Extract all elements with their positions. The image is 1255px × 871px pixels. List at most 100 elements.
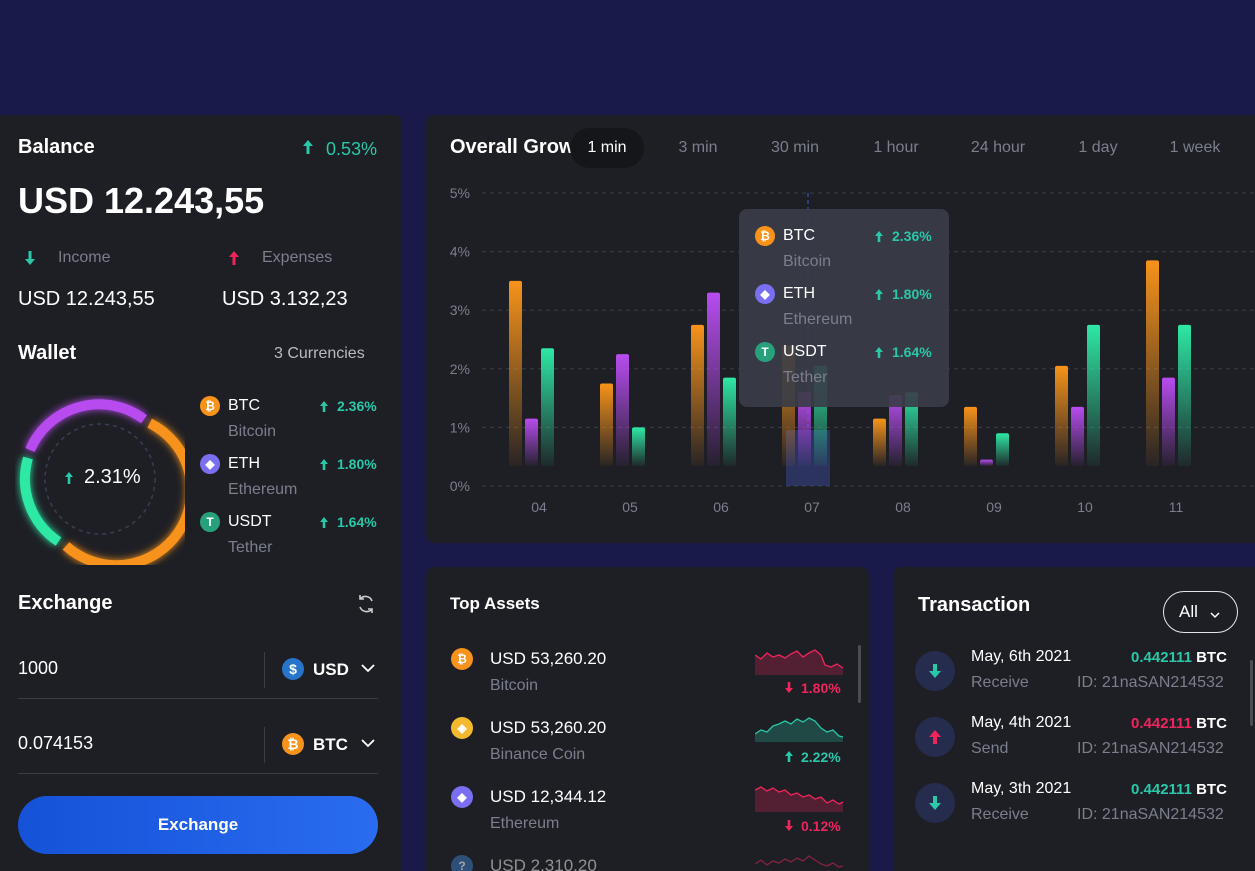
- asset-value: USD 53,260.20: [490, 718, 607, 737]
- bar-btc[interactable]: [964, 406, 977, 466]
- tab-30-min[interactable]: 30 min: [758, 128, 832, 168]
- bar-btc[interactable]: [1146, 260, 1159, 466]
- tx-unit: BTC: [1196, 715, 1227, 732]
- x-tick-label: 06: [713, 499, 729, 515]
- income-label: Income: [58, 249, 111, 266]
- tab-24-hour[interactable]: 24 hour: [962, 128, 1034, 168]
- bar-eth[interactable]: [616, 354, 629, 466]
- up-arrow-icon: [228, 250, 240, 271]
- bar-eth[interactable]: [707, 292, 720, 466]
- tx-id: ID: 21naSAN214532: [1077, 674, 1224, 691]
- asset-name: Ethereum: [490, 815, 560, 832]
- wallet-symbol: ETH: [228, 455, 260, 472]
- exchange-to-currency[interactable]: BTC: [313, 735, 348, 755]
- receive-icon: [915, 651, 955, 691]
- tab-1-day[interactable]: 1 day: [1066, 128, 1130, 168]
- bar-btc[interactable]: [691, 324, 704, 466]
- tooltip-symbol: BTC: [783, 227, 815, 244]
- bar-btc[interactable]: [1055, 365, 1068, 466]
- sparkline: [755, 649, 844, 675]
- btc-icon: ₿: [282, 733, 304, 755]
- tx-id: ID: 21naSAN214532: [1077, 740, 1224, 757]
- tooltip-change: 2.36%: [892, 228, 932, 244]
- exchange-button[interactable]: Exchange: [18, 796, 378, 854]
- tooltip-change: 1.80%: [892, 286, 932, 302]
- up-arrow-icon: [874, 288, 884, 306]
- bar-usdt[interactable]: [1087, 324, 1100, 466]
- balance-change: 0.53%: [326, 139, 378, 159]
- bar-eth[interactable]: [1162, 377, 1175, 466]
- divider: [18, 698, 378, 699]
- filter-value: All: [1179, 602, 1198, 621]
- exchange-from-currency[interactable]: USD: [313, 660, 349, 680]
- expenses-label: Expenses: [262, 249, 333, 266]
- up-arrow-icon: [319, 458, 329, 476]
- chevron-down-icon[interactable]: [360, 661, 376, 679]
- tx-amount: 0.442111: [1131, 781, 1192, 798]
- tx-amount: 0.442111: [1131, 649, 1192, 666]
- up-arrow-icon: [874, 230, 884, 248]
- bar-btc[interactable]: [873, 418, 886, 466]
- y-tick-label: 4%: [450, 244, 470, 260]
- btc-icon: ₿: [451, 648, 473, 670]
- scrollbar[interactable]: [1250, 660, 1253, 726]
- bar-usdt[interactable]: [996, 433, 1009, 466]
- wallet-change: 1.64%: [337, 514, 377, 530]
- chevron-down-icon[interactable]: [360, 736, 376, 754]
- up-arrow-icon: [874, 346, 884, 364]
- tab-1-min[interactable]: 1 min: [570, 128, 644, 168]
- send-icon: [915, 717, 955, 757]
- tab-1-week[interactable]: 1 week: [1160, 128, 1230, 168]
- y-tick-label: 5%: [450, 185, 470, 201]
- bar-eth[interactable]: [1071, 406, 1084, 466]
- y-tick-label: 2%: [450, 361, 470, 377]
- divider: [18, 773, 378, 774]
- tx-amount: 0.442111: [1131, 715, 1192, 732]
- x-tick-label: 08: [895, 499, 911, 515]
- binance-icon: ◈: [451, 717, 473, 739]
- sparkline: [755, 717, 844, 742]
- up-arrow-icon: [64, 471, 74, 490]
- tab-3-min[interactable]: 3 min: [664, 128, 732, 168]
- tx-type: Receive: [971, 674, 1029, 691]
- exchange-title: Exchange: [18, 592, 113, 614]
- bar-usdt[interactable]: [541, 348, 554, 466]
- tooltip-name: Tether: [783, 369, 828, 386]
- usdt-icon: T: [200, 512, 220, 532]
- btc-icon: ₿: [200, 396, 220, 416]
- exchange-from-input[interactable]: 1000: [18, 658, 58, 679]
- exchange-to-input[interactable]: 0.074153: [18, 733, 93, 754]
- refresh-icon[interactable]: [356, 594, 376, 619]
- coin-icon: ?: [451, 855, 473, 871]
- x-tick-label: 05: [622, 499, 638, 515]
- tx-date: May, 6th 2021: [971, 648, 1072, 665]
- wallet-name: Tether: [228, 539, 273, 556]
- bar-usdt[interactable]: [1178, 324, 1191, 466]
- tx-amount-row: 0.442111 BTC: [1131, 715, 1227, 732]
- balance-amount: USD 12.243,55: [18, 180, 265, 221]
- wallet-symbol: USDT: [228, 513, 272, 530]
- bar-usdt[interactable]: [632, 427, 645, 466]
- bar-btc[interactable]: [509, 280, 522, 466]
- tx-date: May, 3th 2021: [971, 780, 1072, 797]
- bar-usdt[interactable]: [723, 377, 736, 466]
- bar-eth[interactable]: [980, 459, 993, 466]
- tooltip-symbol: ETH: [783, 285, 815, 302]
- transaction-title: Transaction: [918, 594, 1031, 616]
- wallet-center-value: 2.31%: [84, 466, 141, 488]
- bar-eth[interactable]: [525, 418, 538, 466]
- scrollbar[interactable]: [858, 645, 861, 703]
- tx-type: Send: [971, 740, 1009, 757]
- down-arrow-icon: [784, 819, 794, 837]
- filter-dropdown[interactable]: All: [1163, 591, 1238, 633]
- bar-btc[interactable]: [600, 383, 613, 466]
- asset-value: USD 53,260.20: [490, 649, 607, 668]
- tab-1-hour[interactable]: 1 hour: [860, 128, 932, 168]
- x-tick-label: 04: [531, 499, 547, 515]
- tx-amount-row: 0.442111 BTC: [1131, 781, 1227, 798]
- top-assets-title: Top Assets: [450, 594, 540, 613]
- btc-icon: ₿: [755, 226, 775, 246]
- asset-name: Bitcoin: [490, 677, 539, 694]
- divider: [264, 652, 265, 688]
- eth-icon: ◆: [755, 284, 775, 304]
